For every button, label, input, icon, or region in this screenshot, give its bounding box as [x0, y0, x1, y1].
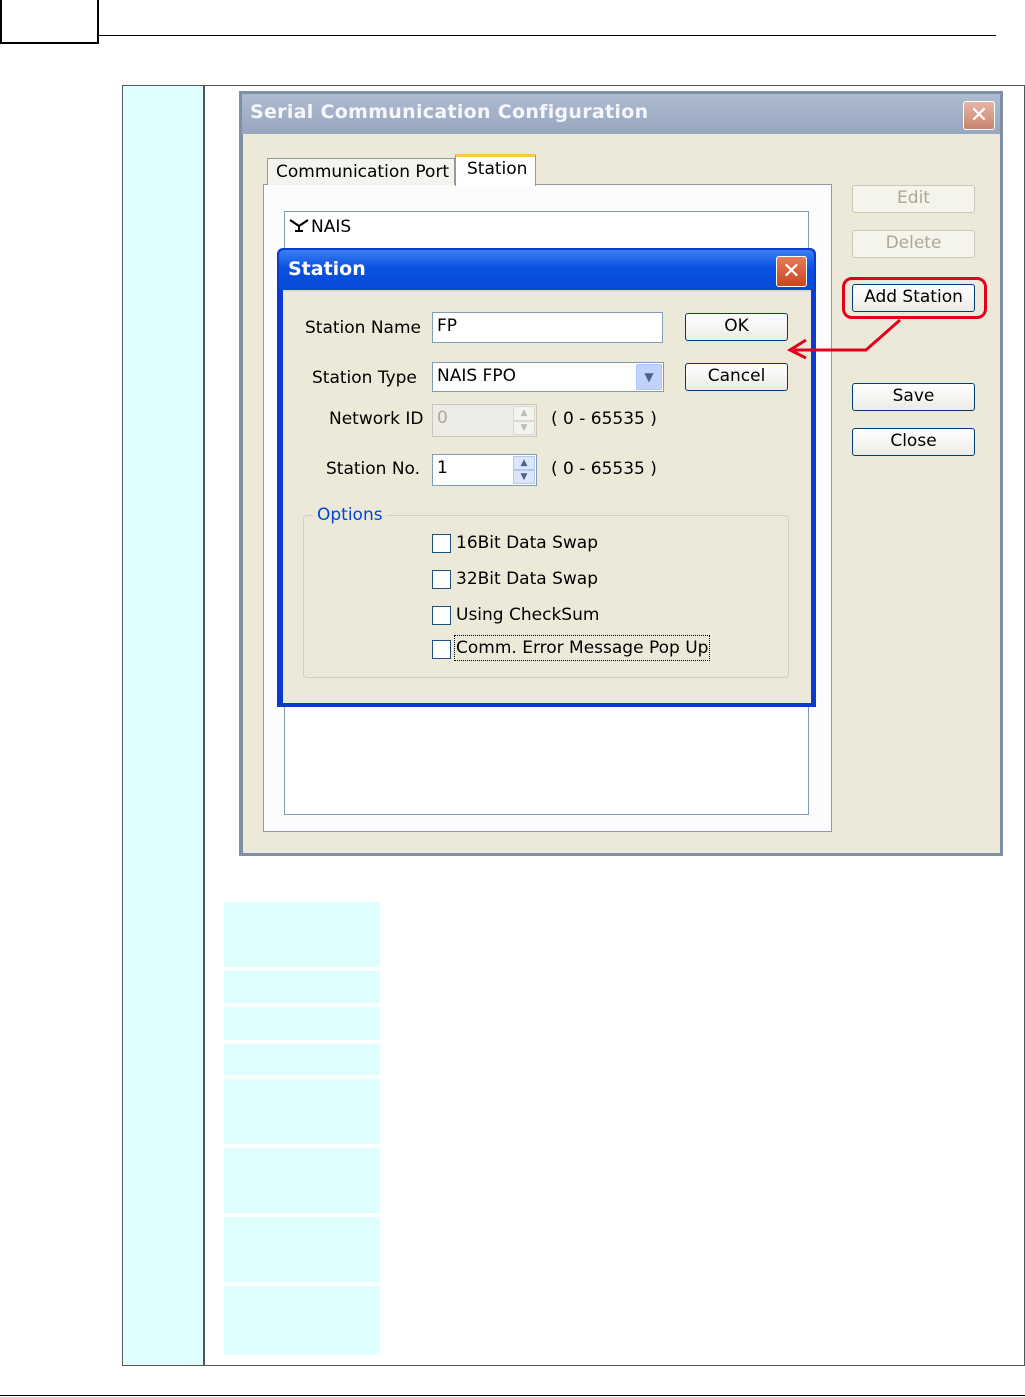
station-no-label: Station No.: [326, 459, 421, 479]
table-cell: [224, 1148, 380, 1213]
spin-down-icon[interactable]: ▼: [513, 470, 535, 484]
annotation-arrow: [786, 318, 901, 360]
table-cell: [224, 1007, 380, 1040]
checkbox-label[interactable]: Using CheckSum: [456, 603, 599, 627]
station-dialog-close-button[interactable]: ✕: [776, 256, 807, 287]
page-number-box: [0, 0, 99, 44]
table-cell: [224, 1044, 380, 1075]
delete-button[interactable]: Delete: [852, 230, 975, 258]
ok-button[interactable]: OK: [685, 313, 788, 341]
station-type-value: NAIS FPO: [437, 366, 516, 386]
checkbox-32bit-data-swap[interactable]: [432, 570, 451, 589]
network-id-value: 0: [437, 408, 448, 428]
checkbox-16bit-data-swap[interactable]: [432, 534, 451, 553]
network-id-spinner: 0 ▲ ▼: [432, 404, 537, 437]
serial-config-close-button[interactable]: ✕: [963, 101, 995, 130]
table-column-divider: [203, 86, 205, 1365]
station-name-input[interactable]: FP: [432, 312, 663, 343]
close-icon: ✕: [969, 103, 989, 128]
table-cell: [224, 1079, 380, 1144]
station-dialog-title: Station: [288, 258, 366, 280]
network-id-range: ( 0 - 65535 ): [551, 409, 657, 429]
close-icon: ✕: [782, 259, 801, 284]
chevron-down-icon[interactable]: ▼: [636, 364, 662, 390]
spin-up-icon[interactable]: ▲: [513, 456, 535, 470]
station-type-label: Station Type: [312, 368, 417, 388]
cancel-button[interactable]: Cancel: [685, 363, 788, 391]
tab-communication-port[interactable]: Communication Port: [267, 158, 455, 185]
table-cell: [224, 971, 380, 1003]
table-cell: [224, 1217, 380, 1282]
station-name-label: Station Name: [305, 318, 421, 338]
header-rule: [99, 35, 996, 36]
checkbox-label[interactable]: Comm. Error Message Pop Up: [453, 635, 711, 661]
options-legend: Options: [313, 503, 387, 527]
checkbox-label[interactable]: 16Bit Data Swap: [456, 531, 598, 555]
station-type-select[interactable]: NAIS FPO ▼: [432, 362, 664, 392]
checkbox-comm-error-popup[interactable]: [432, 640, 451, 659]
serial-config-title: Serial Communication Configuration: [250, 101, 649, 123]
checkbox-using-checksum[interactable]: [432, 606, 451, 625]
station-no-spinner[interactable]: 1 ▲ ▼: [432, 454, 537, 486]
station-no-range: ( 0 - 65535 ): [551, 459, 657, 479]
spin-up-icon: ▲: [513, 406, 535, 421]
checkbox-label[interactable]: 32Bit Data Swap: [456, 567, 598, 591]
antenna-icon: [289, 215, 311, 239]
table-cell: [224, 902, 380, 967]
edit-button[interactable]: Edit: [852, 185, 975, 213]
table-cell: [224, 1286, 380, 1355]
tab-station[interactable]: Station: [455, 154, 536, 186]
save-button[interactable]: Save: [852, 383, 975, 411]
list-item-label: NAIS: [311, 217, 352, 237]
spin-down-icon: ▼: [513, 420, 535, 435]
table-left-column: [123, 86, 203, 1365]
network-id-label: Network ID: [329, 409, 424, 429]
station-no-value: 1: [437, 458, 448, 478]
list-item[interactable]: NAIS: [289, 215, 351, 239]
footer-rule: [0, 1395, 1025, 1396]
close-button[interactable]: Close: [852, 428, 975, 456]
